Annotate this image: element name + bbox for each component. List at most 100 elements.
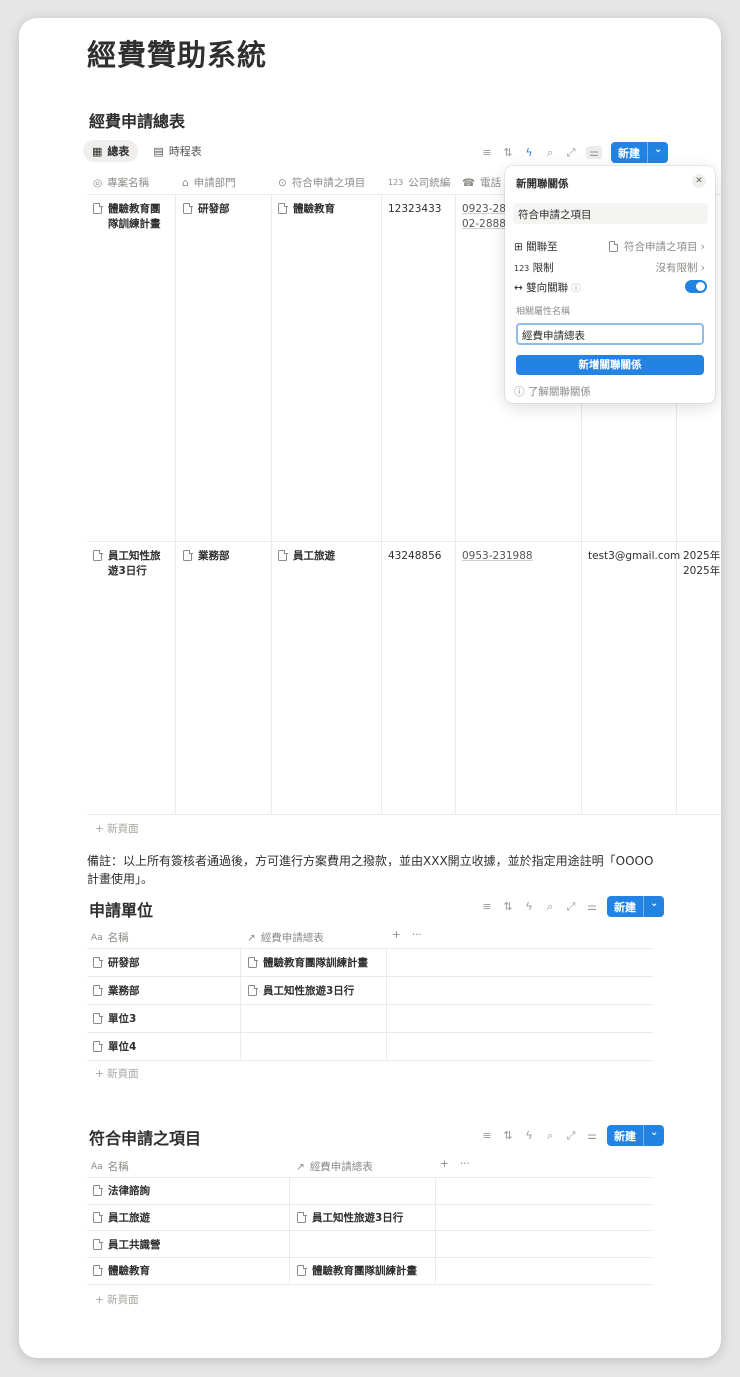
automation-icon[interactable]: ϟ [523, 900, 535, 913]
text-property-icon: Aa [91, 932, 103, 943]
table-row-1-phone[interactable]: 0923-28 02-2888 [462, 202, 506, 232]
settings-sliders-icon[interactable]: ⚌ [586, 146, 602, 159]
relation-cell[interactable]: 員工知性旅遊3日行 [248, 984, 354, 999]
db-title-items[interactable]: 符合申請之項目 [89, 1125, 201, 1149]
cell-text: 體驗教育團隊訓練計畫 [263, 957, 368, 969]
table-row-2-dept[interactable]: 業務部 [183, 549, 230, 564]
settings-sliders-icon[interactable]: ⚌ [586, 900, 598, 913]
filter-icon[interactable]: ≡ [481, 1129, 493, 1142]
table-row-1-taxid[interactable]: 12323433 [388, 202, 441, 217]
col-header-name[interactable]: Aa 名稱 [91, 930, 129, 945]
cell-text: 單位4 [108, 1041, 137, 1053]
col-label: 公司統編 [408, 177, 451, 189]
phone-link[interactable]: 02-2888 [462, 218, 506, 230]
row-divider [87, 1230, 653, 1231]
list-item[interactable]: 單位4 [93, 1040, 136, 1055]
col-header-name[interactable]: ◎ 專案名稱 [93, 175, 149, 190]
db1-toolbar: ≡ ⇅ ϟ ⌕ ⤢ ⚌ 新建 ⌄ [481, 142, 669, 163]
search-icon[interactable]: ⌕ [544, 146, 556, 160]
settings-sliders-icon[interactable]: ⚌ [586, 1129, 598, 1142]
limit-row[interactable]: 123 限制 [514, 260, 554, 275]
popup-search-input[interactable]: 符合申請之項目 [513, 203, 708, 224]
add-new-page-button[interactable]: + 新頁面 [95, 1066, 139, 1081]
sort-icon[interactable]: ⇅ [502, 146, 514, 159]
phone-link[interactable]: 0953-231988 [462, 550, 533, 562]
two-way-toggle[interactable] [685, 280, 707, 293]
new-button[interactable]: 新建 ⌄ [607, 896, 665, 917]
relate-to-value[interactable]: 符合申請之項目 › [608, 239, 705, 254]
page-icon [608, 240, 619, 252]
sort-icon[interactable]: ⇅ [502, 900, 514, 913]
cell-text: 員工旅遊 [108, 1212, 150, 1224]
add-new-page-button[interactable]: + 新頁面 [95, 821, 139, 836]
list-item[interactable]: 法律諮詢 [93, 1184, 150, 1199]
table-row-2-date[interactable]: 2025年 2025年 [683, 549, 720, 579]
col-header-name[interactable]: Aa 名稱 [91, 1159, 129, 1174]
table-row-1-name[interactable]: 體驗教育團 隊訓練計畫 [93, 202, 173, 232]
list-item[interactable]: 業務部 [93, 984, 140, 999]
col-header-dept[interactable]: ⌂ 申請部門 [182, 175, 236, 190]
table-row-2-phone[interactable]: 0953-231988 [462, 549, 533, 564]
list-item[interactable]: 單位3 [93, 1012, 136, 1027]
col-header-phone[interactable]: ☎ 電話 [462, 175, 501, 190]
relation-cell[interactable]: 員工知性旅遊3日行 [297, 1211, 403, 1226]
cell-text: 體驗教育 [293, 203, 335, 215]
sort-icon[interactable]: ⇅ [502, 1129, 514, 1142]
db-title-units[interactable]: 申請單位 [89, 897, 153, 921]
expand-icon[interactable]: ⤢ [565, 900, 577, 914]
expand-icon[interactable]: ⤢ [565, 1129, 577, 1143]
automation-icon[interactable]: ϟ [523, 146, 535, 159]
table-row-1-dept[interactable]: 研發部 [183, 202, 230, 217]
chevron-down-icon[interactable]: ⌄ [643, 1125, 664, 1146]
more-icon[interactable]: ··· [460, 1158, 470, 1170]
list-item[interactable]: 員工旅遊 [93, 1211, 150, 1226]
list-item[interactable]: 員工共識營 [93, 1238, 161, 1253]
chevron-down-icon[interactable]: ⌄ [647, 142, 668, 163]
add-relation-button[interactable]: 新增關聯關係 [516, 355, 704, 375]
relation-cell[interactable]: 體驗教育團隊訓練計畫 [248, 956, 368, 971]
table-row-2-item[interactable]: 員工旅遊 [278, 549, 335, 564]
expand-icon[interactable]: ⤢ [565, 146, 577, 160]
col-header-relation[interactable]: ↗ 經費申請總表 [247, 930, 324, 945]
table-row-2-email[interactable]: test3@gmail.com [588, 549, 680, 564]
search-icon[interactable]: ⌕ [544, 900, 556, 914]
filter-icon[interactable]: ≡ [481, 146, 493, 159]
page-icon [183, 549, 193, 561]
new-button[interactable]: 新建 ⌄ [611, 142, 669, 163]
more-icon[interactable]: ··· [412, 929, 422, 941]
plus-icon[interactable]: + [440, 1158, 449, 1170]
cell-text: 業務部 [198, 550, 230, 562]
automation-icon[interactable]: ϟ [523, 1129, 535, 1142]
cell-text: 2025年 [683, 550, 721, 562]
table-row-2-taxid[interactable]: 43248856 [388, 549, 441, 564]
search-icon[interactable]: ⌕ [544, 1129, 556, 1143]
add-new-page-button[interactable]: + 新頁面 [95, 1292, 139, 1307]
phone-link[interactable]: 0923-28 [462, 203, 506, 215]
col-header-taxid[interactable]: 123 公司統編 [388, 175, 450, 190]
learn-relations-link[interactable]: ⓘ 了解關聯關係 [514, 384, 591, 399]
add-column-controls: + ··· [392, 929, 422, 941]
tab-table[interactable]: ▦ 總表 [83, 140, 139, 162]
number-icon: 123 [514, 264, 530, 273]
chevron-down-icon[interactable]: ⌄ [643, 896, 664, 917]
table-row-2-name[interactable]: 員工知性旅 遊3日行 [93, 549, 173, 579]
plus-icon[interactable]: + [392, 929, 401, 941]
relation-cell[interactable]: 體驗教育團隊訓練計畫 [297, 1264, 417, 1279]
related-prop-input[interactable]: 經費申請總表 [516, 323, 704, 345]
relate-to-row[interactable]: ⊞ 關聯至 [514, 239, 558, 254]
col-header-item[interactable]: ⊙ 符合申請之項目 [278, 175, 365, 190]
tab-timeline[interactable]: ▤ 時程表 [144, 140, 210, 162]
col-header-relation[interactable]: ↗ 經費申請總表 [296, 1159, 373, 1174]
row-divider [87, 1032, 653, 1033]
row-divider [87, 541, 721, 542]
limit-value[interactable]: 沒有限制 › [655, 260, 705, 275]
filter-icon[interactable]: ≡ [481, 900, 493, 913]
new-button-label: 新建 [614, 901, 636, 914]
help-icon[interactable]: ⓘ [572, 284, 581, 294]
list-item[interactable]: 研發部 [93, 956, 140, 971]
db-title-main[interactable]: 經費申請總表 [89, 108, 185, 132]
table-row-1-item[interactable]: 體驗教育 [278, 202, 335, 217]
list-item[interactable]: 體驗教育 [93, 1264, 150, 1279]
close-icon[interactable]: ✕ [692, 174, 706, 188]
new-button[interactable]: 新建 ⌄ [607, 1125, 665, 1146]
